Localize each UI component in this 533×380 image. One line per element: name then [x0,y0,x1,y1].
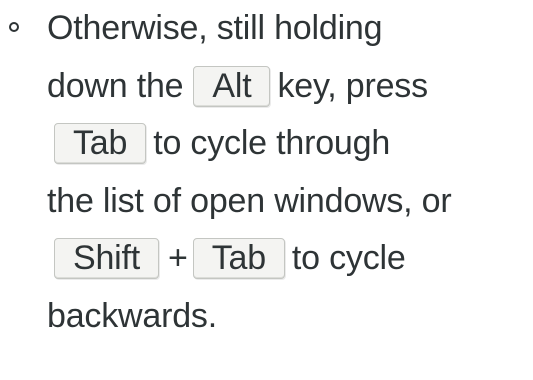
text-line: Shift + Tab to cycle [47,230,533,288]
shift-key-badge: Shift [54,238,160,280]
tab-key-badge: Tab [54,123,147,165]
text-fragment: key, press [277,66,428,105]
text-line: backwards. [47,288,533,346]
text-fragment: to cycle [291,239,406,278]
text-line: Tab to cycle through [47,115,533,173]
tab-key-badge: Tab [192,238,285,280]
text-fragment: the list of open windows, or [47,181,452,220]
list-item: Otherwise, still holding down the Alt key,… [47,0,533,346]
alt-key-badge: Alt [193,65,271,107]
text-fragment: to cycle through [153,124,391,163]
plus-sign: + [168,239,188,278]
sentence-start: Otherwise, still holding [47,9,383,47]
text-fragment: down the [47,66,184,105]
text-line: down the Alt key, press [47,58,533,116]
text-line: Otherwise, still holding [47,0,533,58]
hollow-bullet-icon [9,22,19,32]
text-fragment: backwards. [47,296,217,335]
text-line: the list of open windows, or [47,173,533,231]
